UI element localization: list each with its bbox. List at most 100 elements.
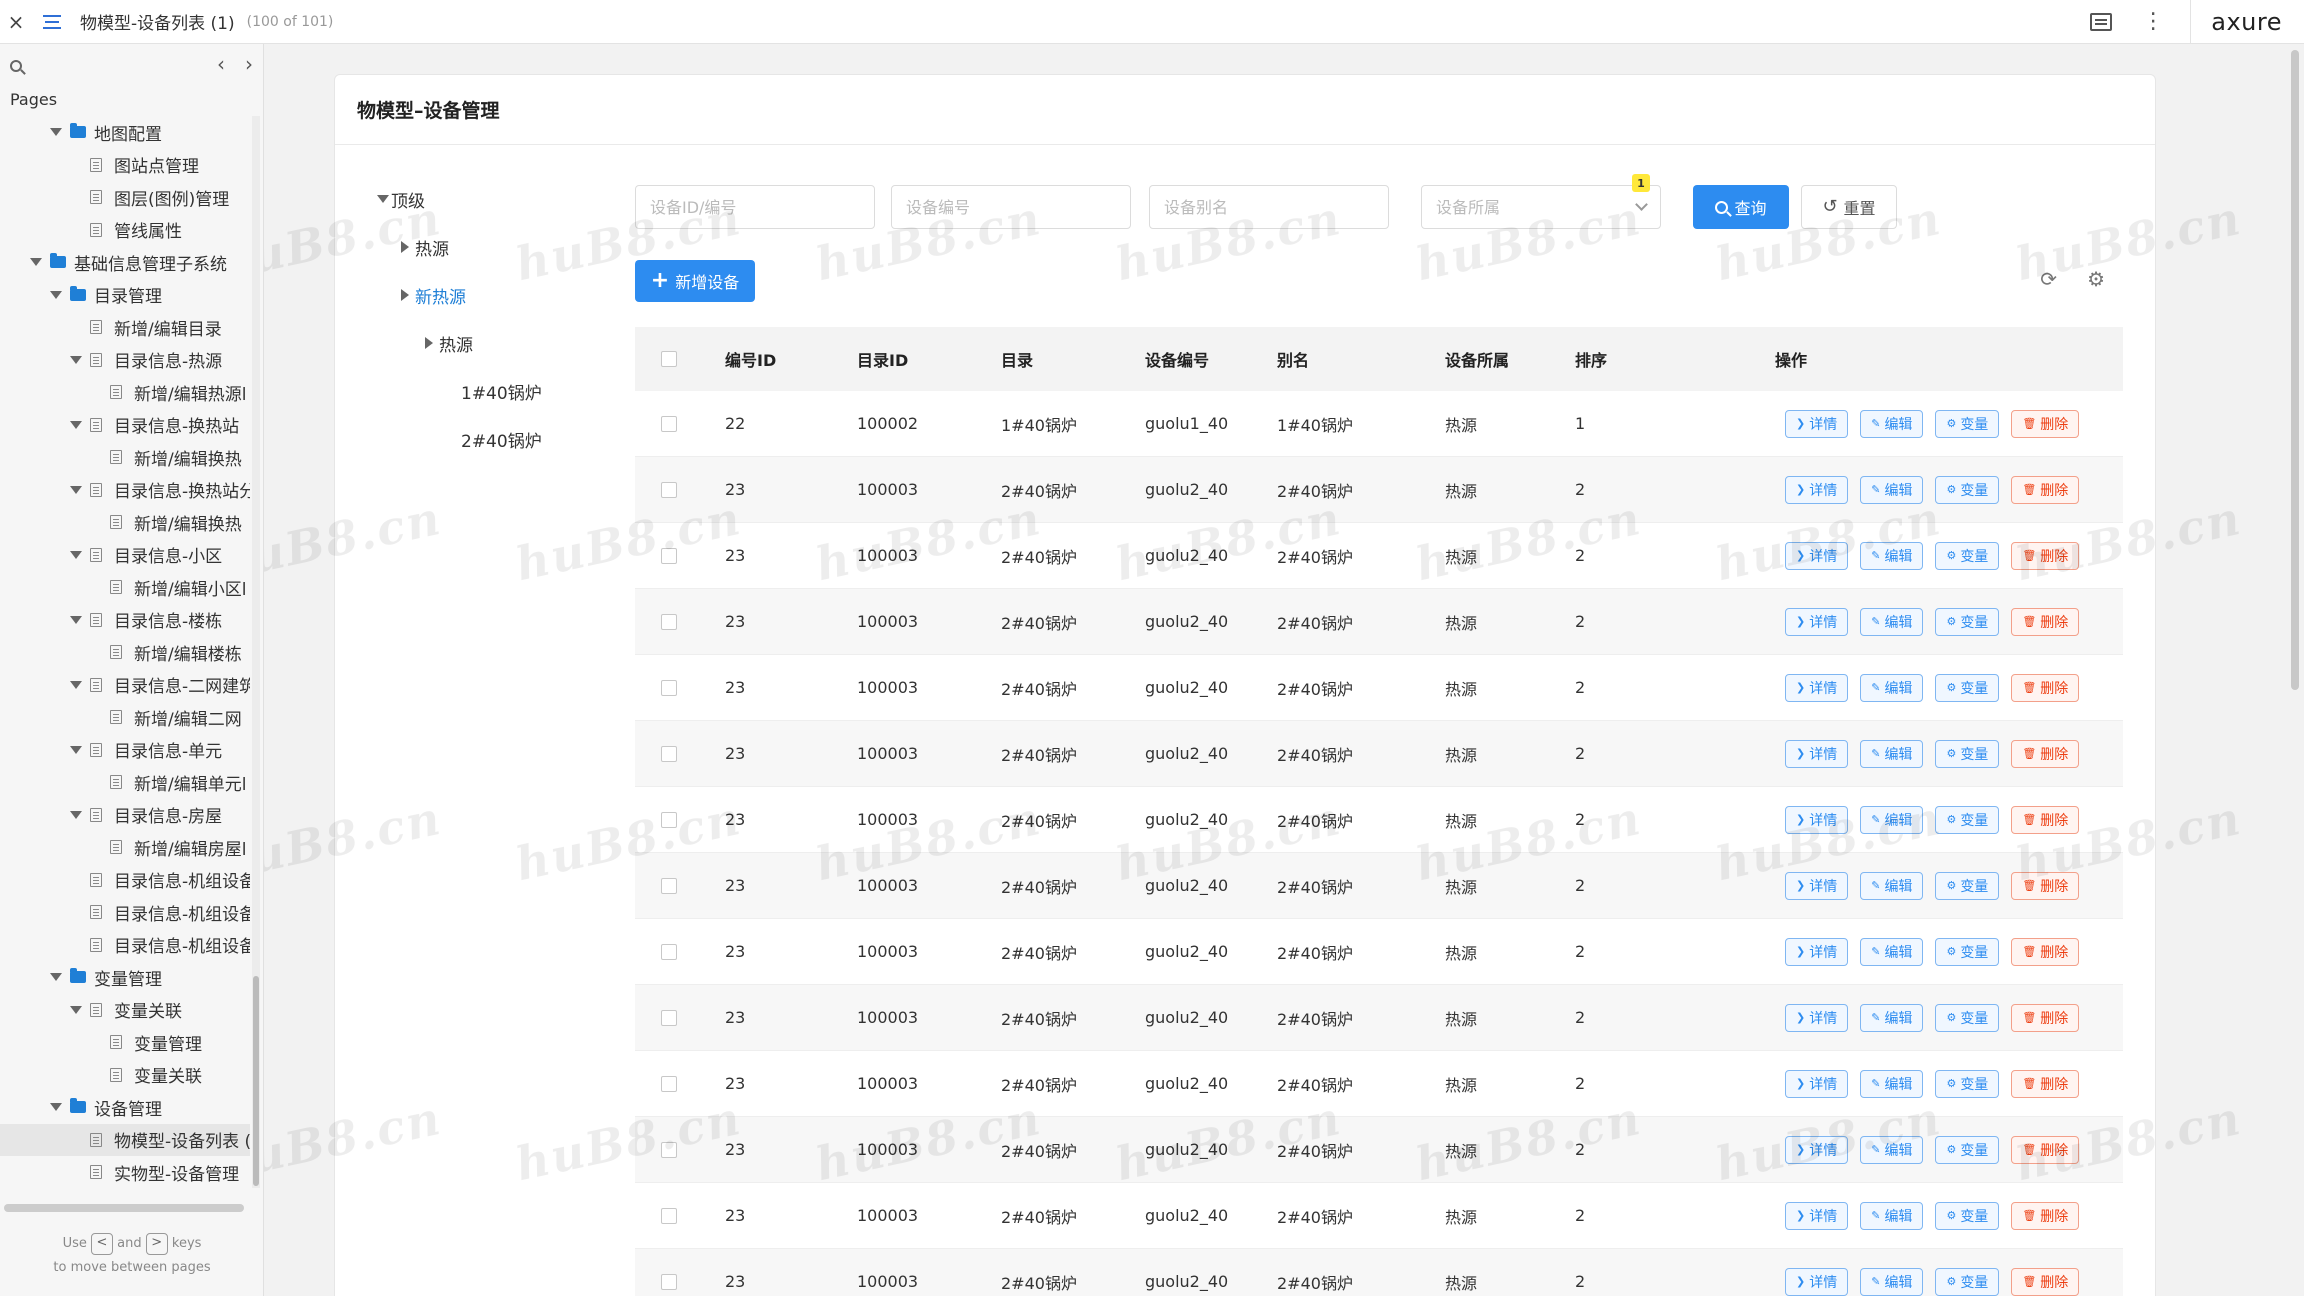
edit-button[interactable]: ✎ 编辑 [1860,1267,1924,1296]
variable-button[interactable]: ⚙ 变量 [1935,673,2000,702]
device-id-field[interactable] [650,197,874,217]
sidebar-item[interactable]: 目录信息-楼栋 [0,604,250,637]
sidebar-item[interactable]: 新增/编辑单元l [0,766,250,799]
row-checkbox[interactable] [661,811,677,828]
delete-button[interactable]: 🗑 删除 [2011,1201,2080,1230]
variable-button[interactable]: ⚙ 变量 [1935,541,2000,570]
variable-button[interactable]: ⚙ 变量 [1935,1003,2000,1032]
sidebar-item[interactable]: 目录信息-房屋 [0,799,250,832]
reset-button[interactable]: ↺ 重置 [1801,185,1897,229]
query-button[interactable]: 查询 [1693,185,1789,229]
edit-button[interactable]: ✎ 编辑 [1860,805,1924,834]
variable-button[interactable]: ⚙ 变量 [1935,409,2000,438]
delete-button[interactable]: 🗑 删除 [2011,1135,2080,1164]
sidebar-item[interactable]: 目录信息-换热站 [0,409,250,442]
sidebar-item[interactable]: 图层(图例)管理 [0,181,250,214]
tree-node[interactable]: 新热源 [375,271,615,319]
hamburger-menu-icon[interactable] [32,14,72,29]
detail-button[interactable]: ❯ 详情 [1785,409,1849,438]
caret-right-icon[interactable] [401,241,409,253]
expand-arrow-icon[interactable] [70,550,82,559]
detail-button[interactable]: ❯ 详情 [1785,871,1849,900]
detail-button[interactable]: ❯ 详情 [1785,739,1849,768]
sidebar-item[interactable]: 新增/编辑换热 [0,441,250,474]
row-checkbox[interactable] [661,613,677,630]
sidebar-item[interactable]: 目录信息-热源 [0,344,250,377]
detail-button[interactable]: ❯ 详情 [1785,1003,1849,1032]
expand-arrow-icon[interactable] [70,810,82,819]
variable-button[interactable]: ⚙ 变量 [1935,871,2000,900]
expand-arrow-icon[interactable] [50,1103,62,1112]
delete-button[interactable]: 🗑 删除 [2011,409,2080,438]
row-checkbox[interactable] [661,547,677,564]
more-options-icon[interactable]: ⋮ [2142,11,2164,33]
sidebar-item[interactable]: 新增/编辑换热 [0,506,250,539]
edit-button[interactable]: ✎ 编辑 [1860,1003,1924,1032]
sidebar-item[interactable]: 变量关联 [0,1059,250,1092]
row-checkbox[interactable] [661,1273,677,1290]
sidebar-item[interactable]: 新增/编辑小区l [0,571,250,604]
row-checkbox[interactable] [661,877,677,894]
expand-arrow-icon[interactable] [70,485,82,494]
caret-right-icon[interactable] [425,337,433,349]
sidebar-item[interactable]: 基础信息管理子系统 [0,246,250,279]
expand-arrow-icon[interactable] [70,355,82,364]
delete-button[interactable]: 🗑 删除 [2011,673,2080,702]
edit-button[interactable]: ✎ 编辑 [1860,673,1924,702]
row-checkbox[interactable] [661,1009,677,1026]
sidebar-item[interactable]: 变量关联 [0,994,250,1027]
expand-arrow-icon[interactable] [30,258,42,267]
sidebar-item[interactable]: 新增/编辑楼栋 [0,636,250,669]
edit-button[interactable]: ✎ 编辑 [1860,1069,1924,1098]
detail-button[interactable]: ❯ 详情 [1785,805,1849,834]
page-scroll-thumb[interactable] [2291,50,2299,690]
tree-node[interactable]: 热源 [375,319,615,367]
row-checkbox[interactable] [661,943,677,960]
row-checkbox[interactable] [661,1207,677,1224]
device-id-input[interactable] [635,185,875,229]
row-checkbox[interactable] [661,481,677,498]
sidebar-item[interactable]: 新增/编辑二网 [0,701,250,734]
sidebar-item[interactable]: 变量管理 [0,1026,250,1059]
settings-icon[interactable]: ⚙ [2087,267,2105,291]
device-owner-select[interactable]: 1 [1421,174,1661,229]
device-code-field[interactable] [906,197,1130,217]
expand-arrow-icon[interactable] [70,615,82,624]
caret-right-icon[interactable] [401,289,409,301]
device-code-input[interactable] [891,185,1131,229]
row-checkbox[interactable] [661,745,677,762]
variable-button[interactable]: ⚙ 变量 [1935,937,2000,966]
edit-button[interactable]: ✎ 编辑 [1860,607,1924,636]
sidebar-item[interactable]: 目录信息-小区 [0,539,250,572]
detail-button[interactable]: ❯ 详情 [1785,1267,1849,1296]
row-checkbox[interactable] [661,679,677,696]
variable-button[interactable]: ⚙ 变量 [1935,1135,2000,1164]
row-checkbox[interactable] [661,1141,677,1158]
sidebar-item[interactable]: 目录信息-机组设备 [0,896,250,929]
sidebar-item[interactable]: 新增/编辑热源l [0,376,250,409]
sidebar-scroll-thumb[interactable] [253,976,259,1186]
sidebar-item[interactable]: 目录信息-机组设备 [0,929,250,962]
tree-node[interactable]: 顶级 [375,175,615,223]
expand-arrow-icon[interactable] [50,290,62,299]
delete-button[interactable]: 🗑 删除 [2011,871,2080,900]
caret-down-icon[interactable] [377,195,389,203]
sidebar-item[interactable]: 图站点管理 [0,149,250,182]
delete-button[interactable]: 🗑 删除 [2011,1069,2080,1098]
sidebar-horizontal-scrollbar[interactable] [4,1204,244,1212]
expand-arrow-icon[interactable] [50,128,62,137]
close-icon[interactable]: × [0,10,32,34]
expand-arrow-icon[interactable] [70,1005,82,1014]
search-icon[interactable] [10,60,22,72]
sidebar-item[interactable]: 设备管理 [0,1091,250,1124]
sidebar-item[interactable]: 地图配置 [0,116,250,149]
variable-button[interactable]: ⚙ 变量 [1935,1267,2000,1296]
variable-button[interactable]: ⚙ 变量 [1935,1201,2000,1230]
detail-button[interactable]: ❯ 详情 [1785,937,1849,966]
device-alias-field[interactable] [1164,197,1388,217]
select-all-checkbox[interactable] [661,351,677,367]
delete-button[interactable]: 🗑 删除 [2011,739,2080,768]
edit-button[interactable]: ✎ 编辑 [1860,739,1924,768]
variable-button[interactable]: ⚙ 变量 [1935,1069,2000,1098]
tree-node[interactable]: 1#40锅炉 [375,367,615,415]
